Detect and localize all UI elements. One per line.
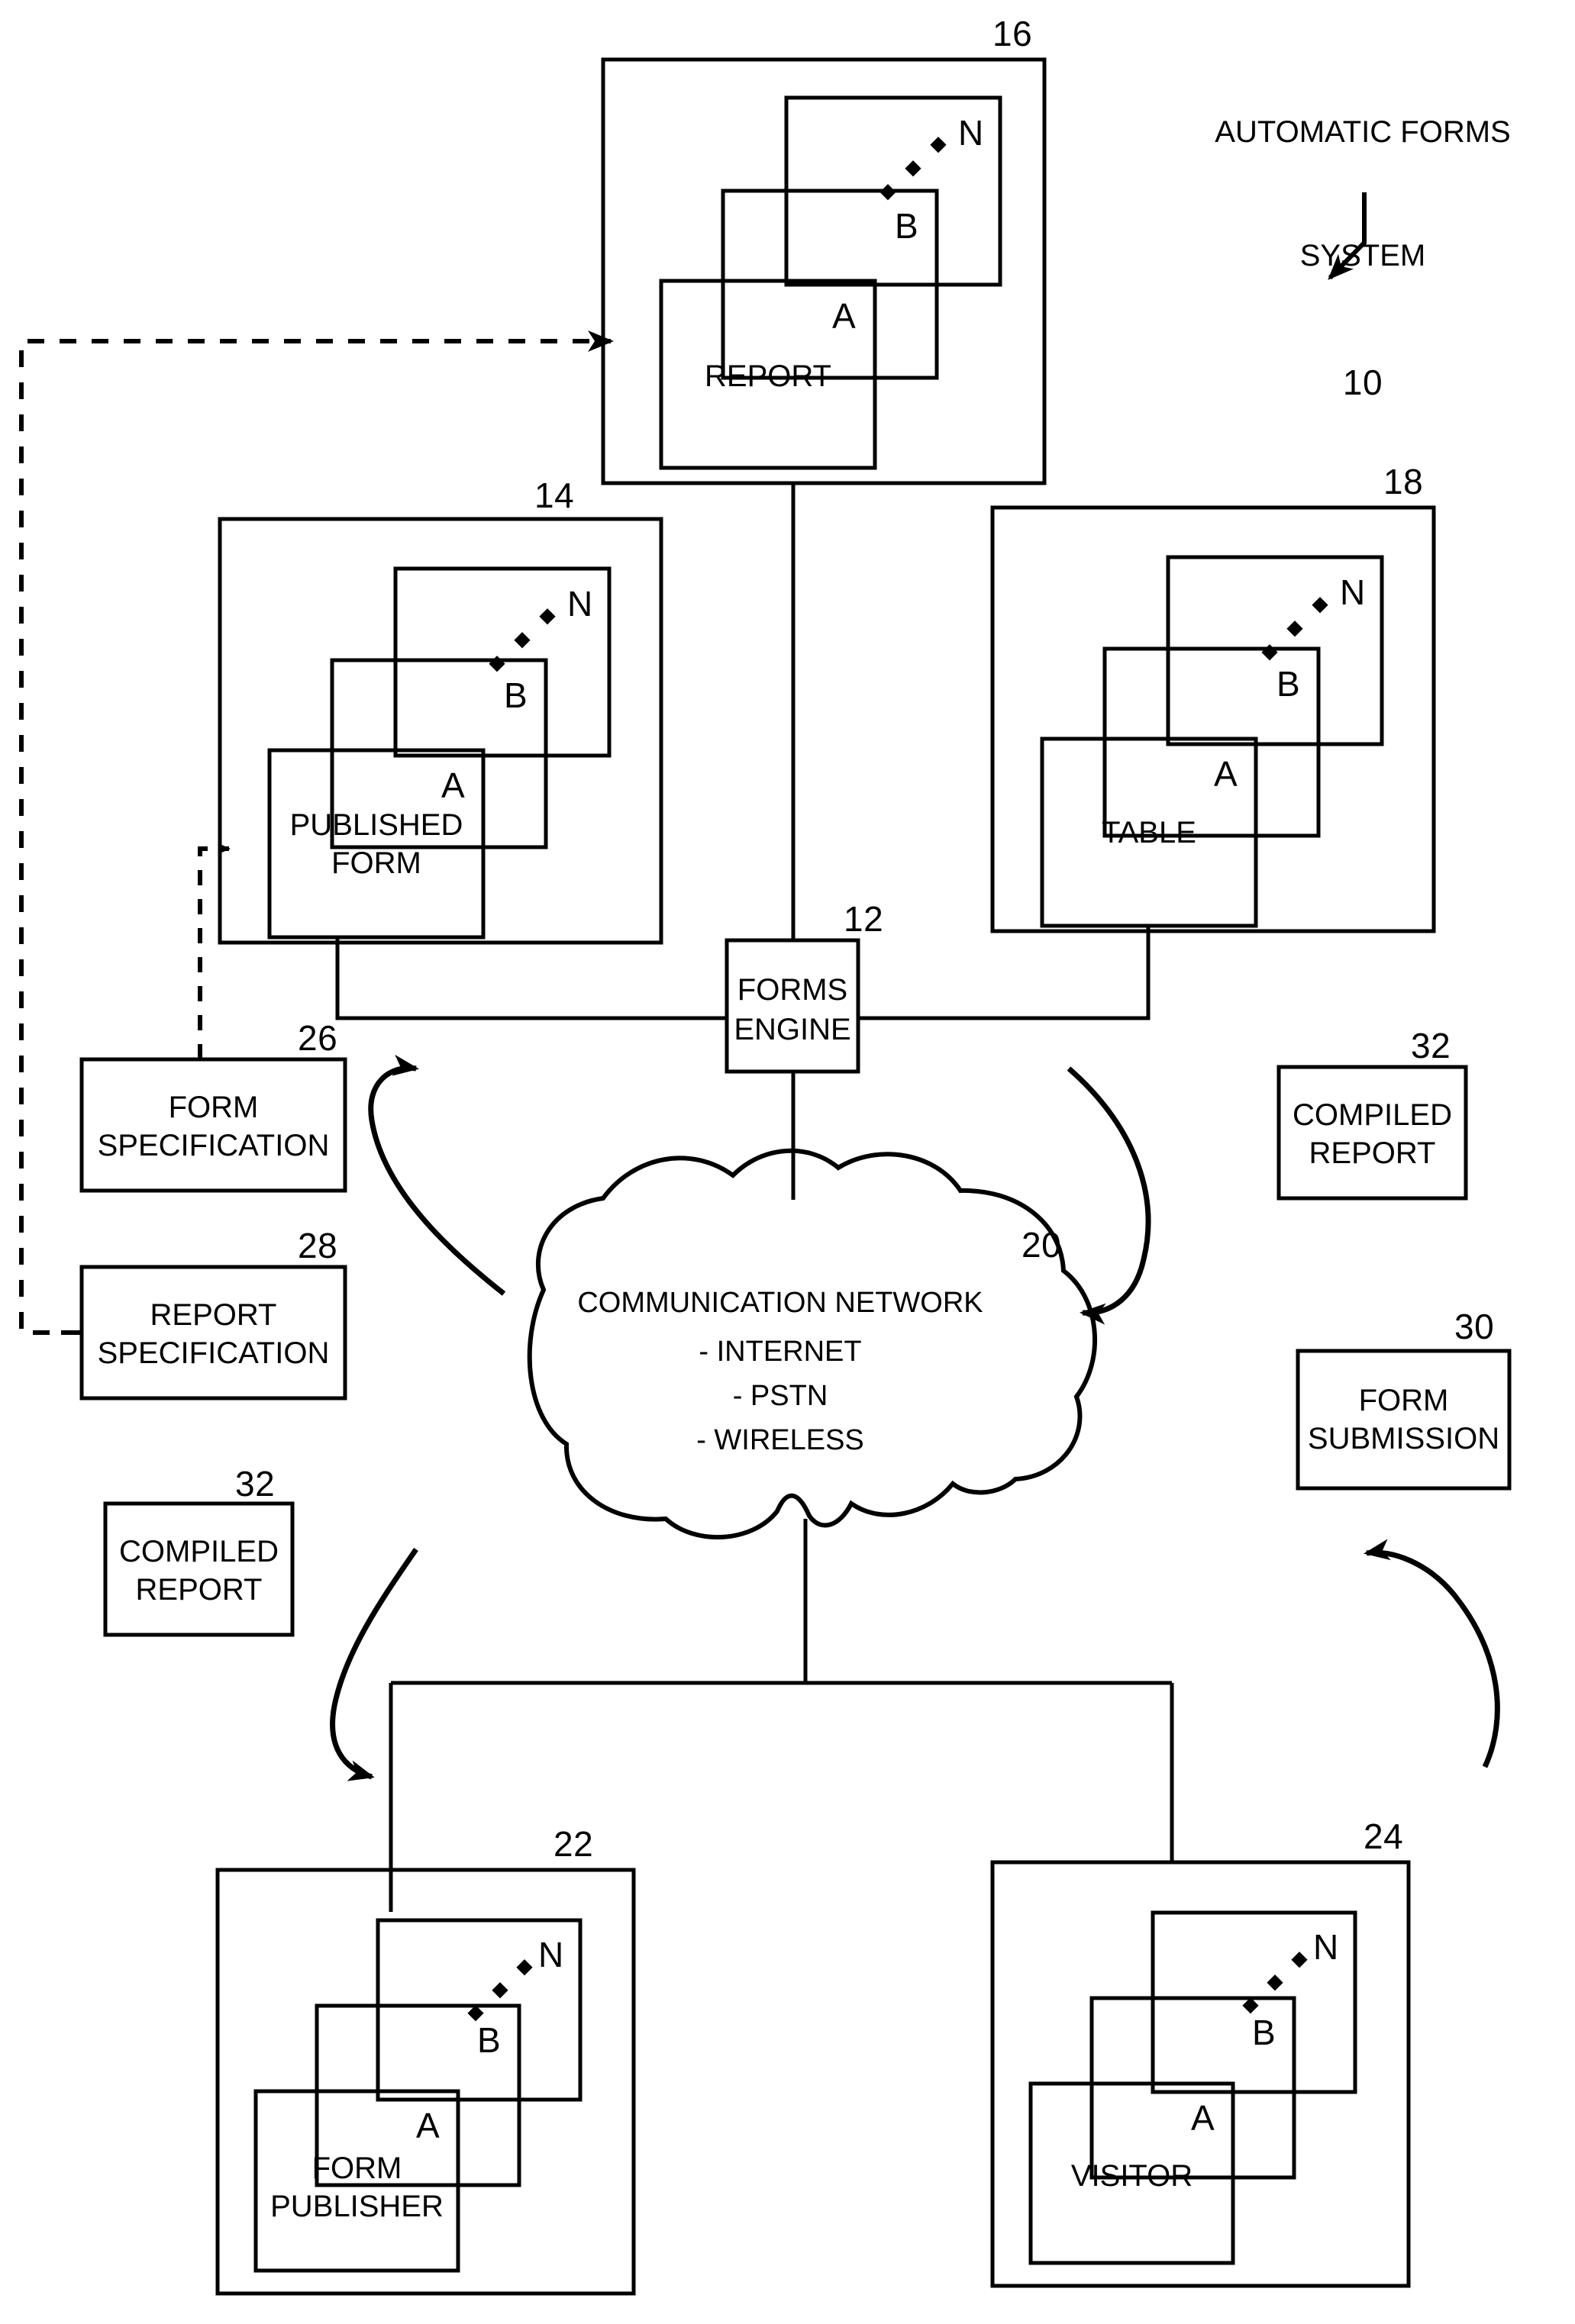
compiled-report-left-label-line-2: REPORT: [135, 1573, 263, 1607]
ref-number-30: 30: [1454, 1307, 1495, 1346]
published-form-card-label-line-1: PUBLISHED: [289, 808, 463, 842]
report-card-label: REPORT: [705, 359, 831, 393]
ref-number-20: 20: [1021, 1225, 1062, 1265]
automatic-forms-system-diagram: AUTOMATIC FORMS SYSTEM 10 16 N B A REPOR…: [0, 0, 1575, 2324]
table-card-letter-n: N: [1340, 572, 1366, 612]
figure-title-line-2: SYSTEM: [1299, 239, 1426, 272]
ref-number-32-right: 32: [1411, 1026, 1451, 1065]
figure-title-ref: 10: [1342, 363, 1383, 402]
ref-number-22: 22: [554, 1824, 594, 1864]
report-card-letter-b: B: [895, 206, 918, 246]
report-specification-label-line-2: SPECIFICATION: [97, 1336, 330, 1370]
forms-engine-label-line-2: ENGINE: [734, 1013, 851, 1046]
ref-number-14: 14: [534, 475, 575, 515]
report-specification-label-line-1: REPORT: [150, 1298, 277, 1332]
form-specification-label-line-2: SPECIFICATION: [97, 1129, 330, 1162]
form-publisher-card-letter-a: A: [416, 2106, 440, 2145]
table-card-letter-b: B: [1276, 664, 1300, 704]
table-card-label: TABLE: [1102, 816, 1196, 849]
report-card-letter-n: N: [958, 113, 984, 153]
ref-number-12: 12: [844, 899, 884, 939]
figure-title: AUTOMATIC FORMS SYSTEM 10: [1199, 29, 1527, 488]
form-publisher-card-letter-b: B: [477, 2020, 501, 2060]
cloud-item-wireless: - WIRELESS: [696, 1424, 864, 1456]
form-specification-label-line-1: FORM: [168, 1091, 259, 1124]
report-card-letter-a: A: [832, 296, 856, 336]
compiled-report-right-label-line-2: REPORT: [1309, 1136, 1436, 1170]
form-publisher-card-label-line-2: PUBLISHER: [270, 2190, 444, 2223]
published-form-card-letter-b: B: [504, 675, 528, 715]
table-card-letter-a: A: [1214, 754, 1238, 794]
form-submission-label-line-1: FORM: [1358, 1384, 1449, 1417]
cloud-item-pstn: - PSTN: [732, 1380, 828, 1412]
published-form-card-label-line-2: FORM: [331, 846, 421, 880]
ref-number-32-left: 32: [235, 1464, 276, 1504]
form-submission-label-line-2: SUBMISSION: [1307, 1422, 1500, 1455]
forms-engine-label-line-1: FORMS: [737, 973, 848, 1007]
cloud-item-internet: - INTERNET: [699, 1336, 862, 1368]
figure-title-line-1: AUTOMATIC FORMS: [1215, 115, 1511, 149]
ref-number-26: 26: [298, 1018, 338, 1058]
visitor-card-label: VISITOR: [1070, 2159, 1193, 2193]
compiled-report-left-label-line-1: COMPILED: [119, 1535, 279, 1568]
ref-number-18: 18: [1383, 462, 1424, 501]
cloud-title: COMMUNICATION NETWORK: [577, 1287, 983, 1319]
compiled-report-right-label-line-1: COMPILED: [1293, 1098, 1452, 1132]
visitor-card-letter-n: N: [1313, 1927, 1339, 1967]
ref-number-28: 28: [298, 1226, 338, 1265]
form-publisher-card-letter-n: N: [538, 1935, 564, 1974]
visitor-card-letter-b: B: [1252, 2013, 1276, 2052]
visitor-card-letter-a: A: [1191, 2098, 1215, 2138]
published-form-card-letter-a: A: [441, 766, 465, 805]
patent-figure-page: AUTOMATIC FORMS SYSTEM 10 16 N B A REPOR…: [0, 0, 1575, 2324]
published-form-card-letter-n: N: [567, 584, 593, 624]
form-publisher-card-label-line-1: FORM: [311, 2152, 402, 2185]
ref-number-16: 16: [992, 14, 1033, 53]
ref-number-24: 24: [1364, 1816, 1404, 1856]
